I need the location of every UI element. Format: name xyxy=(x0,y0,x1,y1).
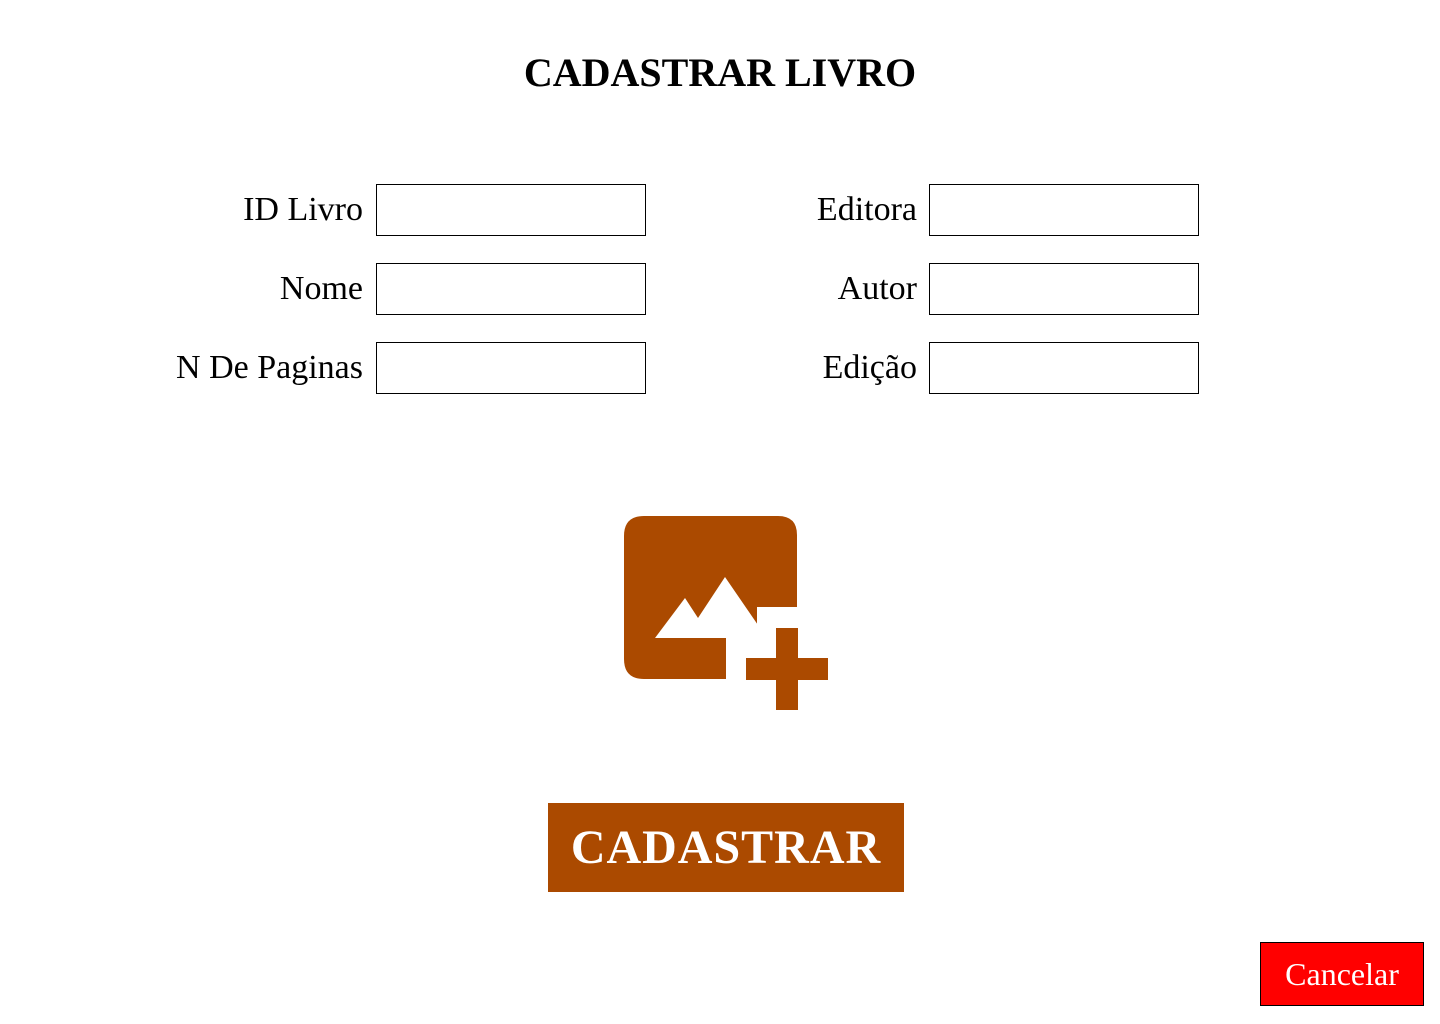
nome-label: Nome xyxy=(279,270,363,307)
cadastrar-button[interactable]: CADASTRAR xyxy=(548,803,904,892)
add-image-icon[interactable] xyxy=(620,512,830,712)
editora-label: Editora xyxy=(816,191,917,228)
page-title: CADASTRAR LIVRO xyxy=(523,50,917,95)
edicao-input[interactable] xyxy=(929,342,1199,394)
n-de-paginas-input[interactable] xyxy=(376,342,646,394)
id-livro-input[interactable] xyxy=(376,184,646,236)
nome-input[interactable] xyxy=(376,263,646,315)
edicao-label: Edição xyxy=(822,349,917,386)
cancel-button[interactable]: Cancelar xyxy=(1260,942,1424,1006)
autor-input[interactable] xyxy=(929,263,1199,315)
n-de-paginas-label: N De Paginas xyxy=(176,349,363,386)
autor-label: Autor xyxy=(837,270,917,307)
id-livro-label: ID Livro xyxy=(243,191,363,228)
editora-input[interactable] xyxy=(929,184,1199,236)
